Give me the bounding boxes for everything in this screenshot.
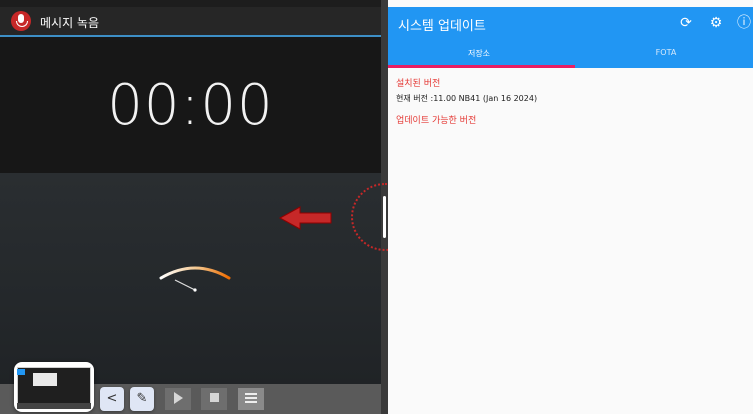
current-version-text: 현재 버전 :11.00 NB41 (Jan 16 2024): [396, 94, 538, 103]
list-icon: [245, 392, 257, 403]
thumbnail-window: [33, 373, 57, 386]
tab-fota[interactable]: FOTA: [575, 48, 753, 57]
stop-button[interactable]: [201, 388, 227, 410]
gear-icon[interactable]: ⚙: [707, 14, 725, 32]
recording-timer: 00:00: [107, 73, 274, 138]
recordings-list-button[interactable]: [238, 388, 264, 410]
installed-version-heading: 설치된 버전: [396, 79, 441, 89]
edit-button[interactable]: ✎: [130, 387, 154, 411]
share-icon: <: [106, 391, 118, 406]
edit-icon: ✎: [136, 391, 148, 406]
info-icon[interactable]: ⓘ: [735, 14, 753, 32]
thumbnail-bar: [17, 403, 91, 409]
share-button[interactable]: <: [100, 387, 124, 411]
tab-storage[interactable]: 저장소: [388, 48, 570, 59]
level-meter-icon: [159, 266, 231, 292]
arrow-left-icon: [278, 206, 332, 230]
microphone-icon: [11, 11, 31, 31]
available-version-heading: 업데이트 가능한 버전: [396, 116, 477, 126]
stop-icon: [209, 393, 219, 402]
thumbnail-accent: [17, 369, 25, 375]
play-button[interactable]: [165, 388, 191, 410]
tab-indicator: [388, 65, 575, 68]
play-icon: [173, 391, 183, 404]
refresh-icon[interactable]: ⟳: [677, 14, 695, 32]
system-update-title: 시스템 업데이트: [398, 19, 486, 34]
recorder-title: 메시지 녹음: [40, 16, 100, 30]
